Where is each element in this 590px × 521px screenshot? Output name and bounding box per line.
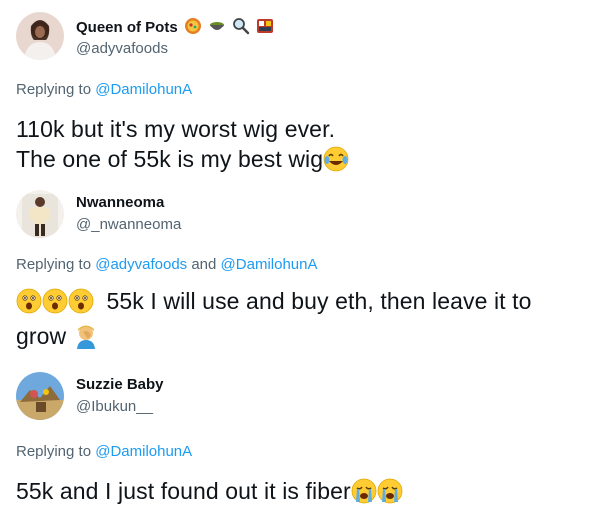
magnifying-glass-emoji [232, 17, 250, 39]
handle[interactable]: @_nwanneoma [76, 216, 181, 233]
pot-of-food-emoji [184, 17, 202, 39]
tweet-text: 55k and I just found out it is fiber [16, 476, 403, 511]
handle[interactable]: @Ibukun__ [76, 398, 153, 415]
tweet-1[interactable]: Queen of Pots @adyvafoods Replying to @D… [0, 0, 590, 190]
mention-link[interactable]: @DamilohunA [95, 81, 192, 98]
mention-link[interactable]: @adyvafoods [95, 256, 187, 273]
avatar[interactable] [16, 12, 64, 60]
handle[interactable]: @adyvafoods [76, 40, 168, 57]
tweet-text: 110k but it's my worst wig ever. The one… [16, 114, 349, 179]
avatar[interactable] [16, 190, 64, 238]
bento-box-emoji [256, 17, 274, 39]
mention-link[interactable]: @DamilohunA [221, 256, 318, 273]
display-name[interactable]: Nwanneoma [76, 194, 164, 211]
astonished-face-emoji [42, 288, 68, 321]
tweet-3[interactable]: Suzzie Baby @Ibukun__ Replying to @Damil… [0, 362, 590, 521]
replying-to: Replying to @DamilohunA [16, 81, 193, 98]
tweet-text: 55k I will use and buy eth, then leave i… [16, 286, 532, 356]
astonished-face-emoji [16, 288, 42, 321]
avatar[interactable] [16, 372, 64, 420]
tweet-2[interactable]: Nwanneoma @_nwanneoma Replying to @adyva… [0, 180, 590, 360]
mention-link[interactable]: @DamilohunA [95, 443, 192, 460]
loudly-crying-face-emoji [351, 478, 377, 511]
loudly-crying-face-emoji [377, 478, 403, 511]
display-name[interactable]: Suzzie Baby [76, 376, 164, 393]
display-name[interactable]: Queen of Pots [76, 17, 274, 39]
astonished-face-emoji [68, 288, 94, 321]
face-with-tears-of-joy-emoji [323, 146, 349, 179]
person-facepalming-emoji [73, 323, 99, 356]
bowl-emoji [208, 17, 226, 39]
replying-to: Replying to @DamilohunA [16, 443, 193, 460]
replying-to: Replying to @adyvafoods and @DamilohunA [16, 256, 318, 273]
